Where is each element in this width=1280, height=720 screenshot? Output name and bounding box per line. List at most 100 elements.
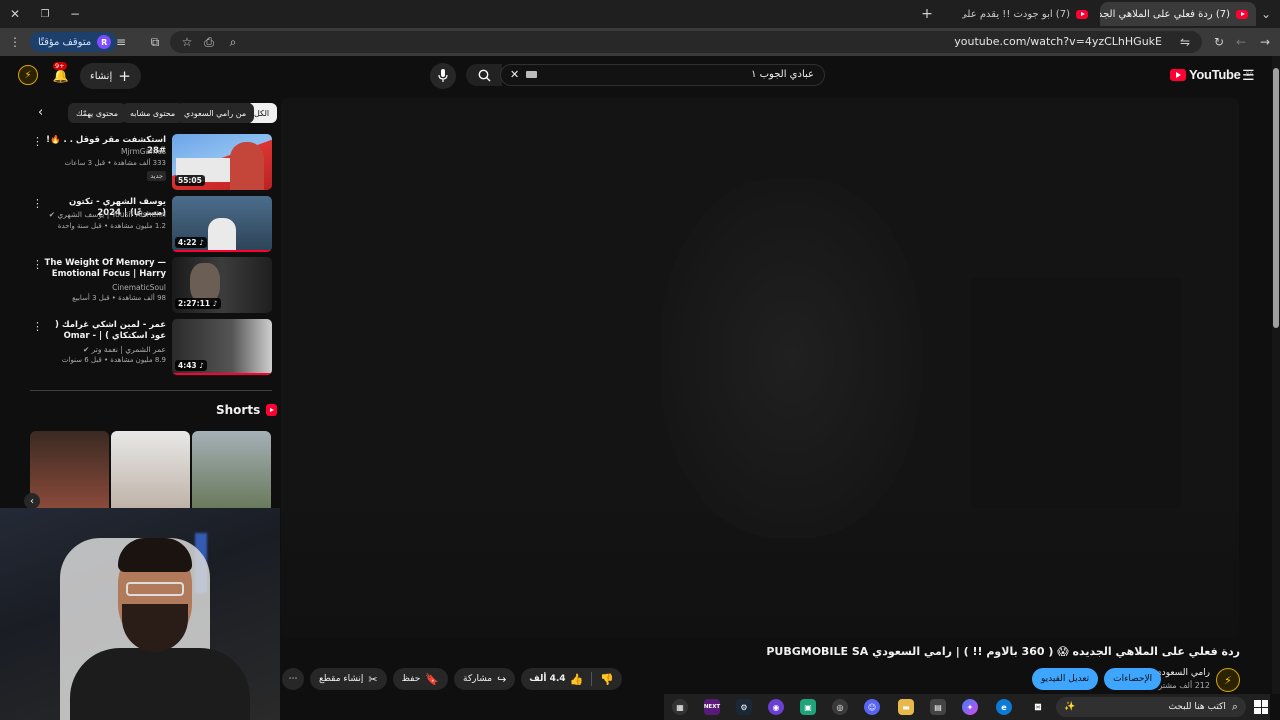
create-button[interactable]: + إنشاء [80,63,141,89]
short-thumbnail[interactable] [111,431,190,508]
list-item[interactable]: 2:27:11 ♪ The Weight Of Memory — Emotion… [28,257,272,315]
youtube-header: ⚡ 🔔 9+ + إنشاء ✕ عبادي الجوب ١ YouTube S… [0,56,1270,96]
menu-dots-icon[interactable]: ⋮ [6,32,24,52]
list-item[interactable]: 4:43 ♪ عمر - لمين اشكي غرامك ( عود اسكتك… [28,319,272,377]
extensions-icon[interactable]: ⧉ [146,32,164,52]
keyboard-icon[interactable] [526,71,537,78]
scrollbar-thumb[interactable] [1273,68,1279,328]
folder-icon[interactable]: ▬ [898,699,914,715]
edit-video-button[interactable]: تعديل الفيديو [1032,668,1099,690]
tab-title: (7) ابو جودت !! يقدم على العسكر [962,8,1070,20]
like-button[interactable]: 👍 4.4 ألف [521,673,591,686]
page-scrollbar[interactable] [1272,56,1280,694]
new-tab-icon[interactable]: + [918,4,936,24]
account-avatar[interactable]: ⚡ [18,65,38,85]
terminal-icon[interactable]: ▣ [800,699,816,715]
save-button[interactable]: 🔖 حفظ [392,668,449,690]
hamburger-menu-icon[interactable]: ☰ [1242,68,1255,84]
short-thumbnail[interactable] [192,431,271,508]
taskbar-search-input[interactable]: ⌕ اكتب هنا للبحث ✨ [1056,697,1246,717]
video-thumbnail[interactable]: 55:05 [172,134,272,190]
windows-taskbar: ▦ NEXT ⚙ ◉ ▣ ◎ ☺ ▬ ▤ ✦ e ⧈ ⌕ اكتب هنا لل… [664,694,1270,720]
channel-avatar[interactable]: ⚡ [1216,668,1240,692]
window-restore-icon[interactable]: ❐ [36,4,54,24]
discord-icon[interactable]: ☺ [864,699,880,715]
next-app-icon[interactable]: NEXT [704,699,720,715]
tab-active[interactable]: (7) ردة فعلي على الملاهي الجديد ✕ [1100,2,1256,26]
analytics-button[interactable]: الإحصاءات [1104,668,1162,690]
chip-for-you[interactable]: محتوى يهمّك [68,103,127,123]
window-minimize-icon[interactable]: − [66,4,84,24]
back-icon[interactable]: → [1256,32,1274,52]
window-close-icon[interactable]: ✕ [6,4,24,24]
more-actions-button[interactable]: ⋯ [282,668,304,690]
watch-progress-bar [172,372,272,375]
start-icon[interactable] [1254,700,1268,714]
star-icon[interactable]: ☆ [178,32,196,52]
obs-icon[interactable]: ◉ [768,699,784,715]
profile-status-button[interactable]: R متوقف مؤقتًا [30,32,118,52]
thumbnail-person [208,218,236,252]
verified-icon: ✔ [48,210,56,219]
thumbnail-person [230,142,264,190]
tab-second[interactable]: (7) ابو جودت !! يقدم على العسكر [962,2,1096,26]
like-dislike-group: 👎 👍 4.4 ألف [521,668,622,690]
owner-actions: تعديل الفيديو الإحصاءات [1032,668,1162,690]
webcam-shirt [70,648,250,720]
verified-icon: ✔ [82,345,90,354]
chrome-icon[interactable]: ◎ [832,699,848,715]
shorts-prev-icon[interactable]: ‹ [24,493,40,509]
video-thumbnail[interactable]: 4:43 ♪ [172,319,272,375]
like-count: 4.4 ألف [529,674,566,684]
video-player[interactable] [281,98,1239,637]
grid-app-icon[interactable]: ▦ [672,699,688,715]
steam-icon[interactable]: ⚙ [736,699,752,715]
notifications-button[interactable]: 🔔 9+ [50,62,72,87]
menu-dots-icon[interactable]: ⋮ [32,197,43,210]
clear-search-icon[interactable]: ✕ [510,68,519,81]
video-duration: 55:05 [175,175,205,186]
video-frame-figure [661,178,921,538]
address-bar[interactable]: ☆ ⎙ ⌕ youtube.com/watch?v=4yzCLhHGukE ⇋ [170,31,1202,53]
browser-tab-bar: ⌄ (7) ردة فعلي على الملاهي الجديد ✕ (7) … [0,0,1280,28]
chips-prev-icon[interactable]: ‹ [38,105,43,120]
chip-from-channel[interactable]: من رامي السعودي [176,103,255,123]
voice-search-button[interactable] [430,63,456,89]
chevron-down-icon[interactable]: ⌄ [1256,4,1276,24]
reading-list-icon[interactable]: ≡ [112,32,130,52]
video-meta: 333 ألف مشاهدة • قبل 3 ساعات [64,159,166,167]
share-button[interactable]: ↪ مشاركة [454,668,516,690]
menu-dots-icon[interactable]: ⋮ [32,320,43,333]
zoom-icon[interactable]: ⌕ [224,32,242,52]
channel-name: Yousif Alshehri | يوسف الشهري ✔ [49,210,166,219]
video-thumbnail[interactable]: 2:27:11 ♪ [172,257,272,313]
list-item[interactable]: 4:22 ♪ يوسف الشهري - تكتون (مسرعًا) | 20… [28,196,272,254]
chip-related[interactable]: محتوى مشابه [122,103,184,123]
video-thumbnail[interactable]: 4:22 ♪ [172,196,272,252]
menu-dots-icon[interactable]: ⋮ [32,135,43,148]
list-item[interactable]: 55:05 استكشفت مقر قوقل . . 🔥! #28 MjrmGa… [28,134,272,192]
edge-icon[interactable]: e [996,699,1012,715]
url-text: youtube.com/watch?v=4yzCLhHGukE [954,35,1162,48]
video-meta: 98 ألف مشاهدة • قبل 3 أسابيع [72,294,166,302]
video-title: عمر - لمين اشكي غرامك ( عود اسكتكاي ) | … [54,320,166,341]
channel-name: عمر الشمري | نغمة وتر ✔ [83,345,166,354]
search-input[interactable]: ✕ عبادي الجوب ١ [500,64,825,86]
copilot-icon[interactable]: ✦ [962,699,978,715]
video-title: ردة فعلي على الملاهي الجديده 😱 ( 360 بال… [766,645,1240,658]
browser-toolbar: ⋮ R متوقف مؤقتًا ≡ ⧉ ☆ ⎙ ⌕ youtube.com/w… [0,28,1280,56]
youtube-logo[interactable]: YouTube SA [1170,67,1253,82]
short-thumbnail[interactable] [30,431,109,508]
task-view-icon[interactable]: ⧈ [1030,699,1046,715]
reload-icon[interactable]: ↻ [1210,32,1228,52]
clip-button[interactable]: ✂ إنشاء مقطع [310,668,387,690]
site-settings-icon[interactable]: ⇋ [1176,32,1194,52]
new-badge: جديد [147,171,166,181]
tab-title: (7) ردة فعلي على الملاهي الجديد [1100,8,1230,20]
install-app-icon[interactable]: ⎙ [200,32,218,52]
search-button[interactable] [466,64,502,86]
menu-dots-icon[interactable]: ⋮ [32,258,43,271]
dislike-button[interactable]: 👎 [592,673,622,686]
store-icon[interactable]: ▤ [930,699,946,715]
forward-icon[interactable]: ← [1232,32,1250,52]
